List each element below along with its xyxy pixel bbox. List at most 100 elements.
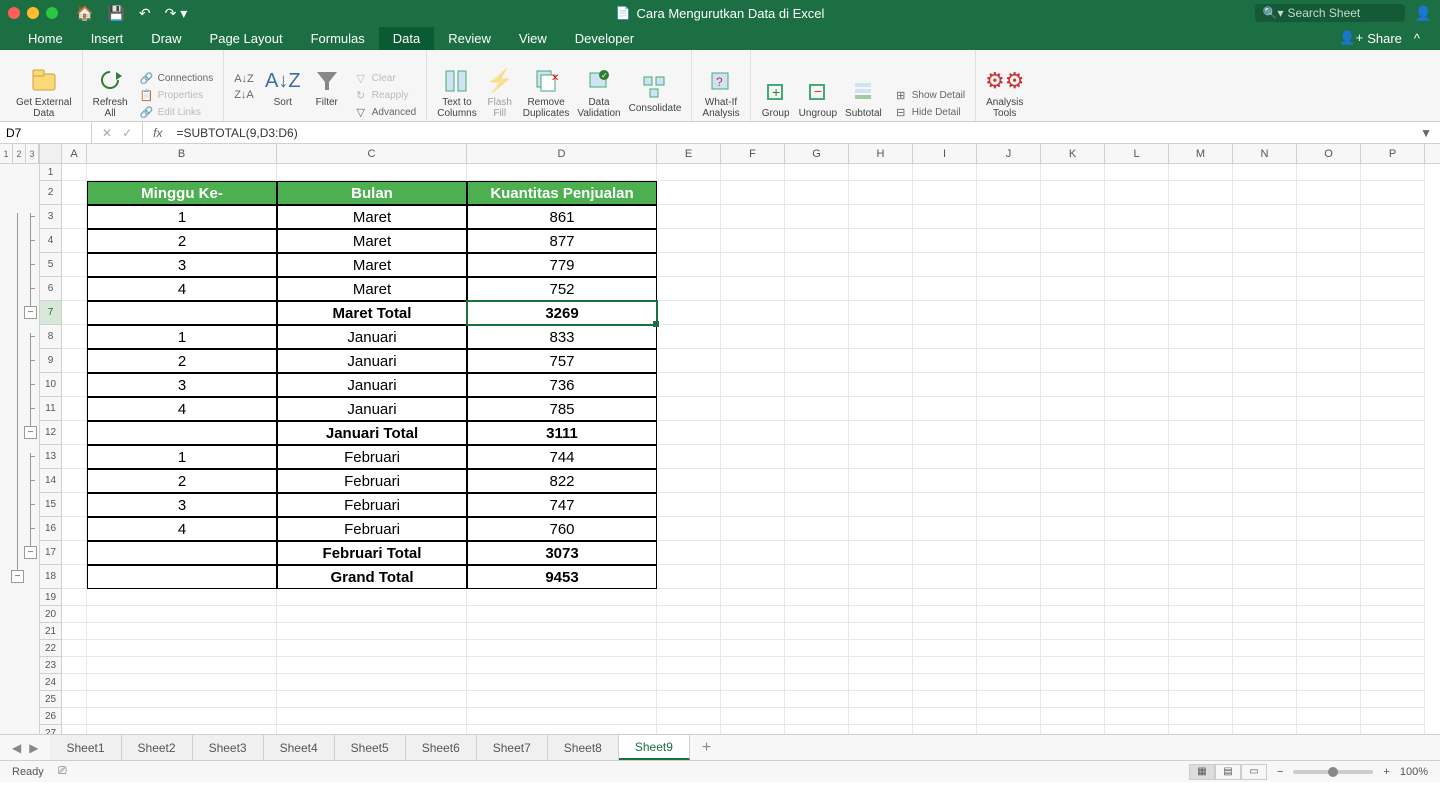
cell-K15[interactable] [1041, 493, 1105, 517]
cell-G13[interactable] [785, 445, 849, 469]
cell-A18[interactable] [62, 565, 87, 589]
cell-G15[interactable] [785, 493, 849, 517]
cell-E10[interactable] [657, 373, 721, 397]
cell-A23[interactable] [62, 657, 87, 674]
column-header-P[interactable]: P [1361, 144, 1425, 163]
cell-H7[interactable] [849, 301, 913, 325]
cell-L16[interactable] [1105, 517, 1169, 541]
cell-D2[interactable]: Kuantitas Penjualan [467, 181, 657, 205]
column-header-I[interactable]: I [913, 144, 977, 163]
cell-O23[interactable] [1297, 657, 1361, 674]
cell-I22[interactable] [913, 640, 977, 657]
cell-H5[interactable] [849, 253, 913, 277]
cell-E20[interactable] [657, 606, 721, 623]
cell-E15[interactable] [657, 493, 721, 517]
cell-H20[interactable] [849, 606, 913, 623]
cell-G14[interactable] [785, 469, 849, 493]
cell-A27[interactable] [62, 725, 87, 734]
cell-D13[interactable]: 744 [467, 445, 657, 469]
menu-page-layout[interactable]: Page Layout [196, 27, 297, 50]
cell-M10[interactable] [1169, 373, 1233, 397]
row-header-18[interactable]: 18 [40, 565, 62, 589]
cell-N6[interactable] [1233, 277, 1297, 301]
cell-A21[interactable] [62, 623, 87, 640]
menu-formulas[interactable]: Formulas [297, 27, 379, 50]
cell-H15[interactable] [849, 493, 913, 517]
outline-collapse-row-12[interactable]: − [24, 426, 37, 439]
row-header-16[interactable]: 16 [40, 517, 62, 541]
cell-B23[interactable] [87, 657, 277, 674]
cell-P5[interactable] [1361, 253, 1425, 277]
cell-N8[interactable] [1233, 325, 1297, 349]
cell-N27[interactable] [1233, 725, 1297, 734]
cell-D4[interactable]: 877 [467, 229, 657, 253]
cell-N15[interactable] [1233, 493, 1297, 517]
cell-H9[interactable] [849, 349, 913, 373]
cell-C2[interactable]: Bulan [277, 181, 467, 205]
cell-M8[interactable] [1169, 325, 1233, 349]
cell-I23[interactable] [913, 657, 977, 674]
cell-J10[interactable] [977, 373, 1041, 397]
cell-E12[interactable] [657, 421, 721, 445]
cell-E24[interactable] [657, 674, 721, 691]
cell-I25[interactable] [913, 691, 977, 708]
cell-K16[interactable] [1041, 517, 1105, 541]
cell-P16[interactable] [1361, 517, 1425, 541]
cell-C6[interactable]: Maret [277, 277, 467, 301]
cell-H26[interactable] [849, 708, 913, 725]
cell-K2[interactable] [1041, 181, 1105, 205]
cell-N11[interactable] [1233, 397, 1297, 421]
cell-L5[interactable] [1105, 253, 1169, 277]
cell-P23[interactable] [1361, 657, 1425, 674]
cell-F22[interactable] [721, 640, 785, 657]
cell-F23[interactable] [721, 657, 785, 674]
cell-F15[interactable] [721, 493, 785, 517]
cell-J20[interactable] [977, 606, 1041, 623]
cell-N20[interactable] [1233, 606, 1297, 623]
page-layout-view-button[interactable]: ▤ [1215, 764, 1241, 780]
formula-input[interactable]: =SUBTOTAL(9,D3:D6) [172, 126, 1412, 140]
cell-L9[interactable] [1105, 349, 1169, 373]
cell-O21[interactable] [1297, 623, 1361, 640]
cell-P20[interactable] [1361, 606, 1425, 623]
cell-G26[interactable] [785, 708, 849, 725]
cell-K23[interactable] [1041, 657, 1105, 674]
cell-F14[interactable] [721, 469, 785, 493]
fill-handle[interactable] [653, 321, 659, 327]
cell-K12[interactable] [1041, 421, 1105, 445]
cell-M11[interactable] [1169, 397, 1233, 421]
cell-C11[interactable]: Januari [277, 397, 467, 421]
cell-P13[interactable] [1361, 445, 1425, 469]
zoom-out-button[interactable]: − [1277, 766, 1283, 778]
cell-A5[interactable] [62, 253, 87, 277]
cell-K26[interactable] [1041, 708, 1105, 725]
cell-O15[interactable] [1297, 493, 1361, 517]
cell-D21[interactable] [467, 623, 657, 640]
share-button[interactable]: 👤+ Share [1339, 30, 1401, 46]
cell-G17[interactable] [785, 541, 849, 565]
cell-N25[interactable] [1233, 691, 1297, 708]
outline-level-3[interactable]: 3 [26, 144, 39, 163]
cell-C18[interactable]: Grand Total [277, 565, 467, 589]
accept-formula-icon[interactable]: ✓ [122, 126, 132, 140]
cell-A10[interactable] [62, 373, 87, 397]
spreadsheet[interactable]: ABCDEFGHIJKLMNOP 12Minggu Ke-BulanKuanti… [40, 144, 1440, 734]
cell-B22[interactable] [87, 640, 277, 657]
cell-A1[interactable] [62, 164, 87, 181]
cell-C15[interactable]: Februari [277, 493, 467, 517]
cell-C26[interactable] [277, 708, 467, 725]
cell-J18[interactable] [977, 565, 1041, 589]
cell-D27[interactable] [467, 725, 657, 734]
cell-B24[interactable] [87, 674, 277, 691]
column-header-M[interactable]: M [1169, 144, 1233, 163]
cell-O8[interactable] [1297, 325, 1361, 349]
cell-O3[interactable] [1297, 205, 1361, 229]
sheet-tab-sheet7[interactable]: Sheet7 [477, 735, 548, 760]
cell-J22[interactable] [977, 640, 1041, 657]
cell-D24[interactable] [467, 674, 657, 691]
cell-D14[interactable]: 822 [467, 469, 657, 493]
cell-D12[interactable]: 3111 [467, 421, 657, 445]
cell-O2[interactable] [1297, 181, 1361, 205]
cell-D26[interactable] [467, 708, 657, 725]
cell-O26[interactable] [1297, 708, 1361, 725]
